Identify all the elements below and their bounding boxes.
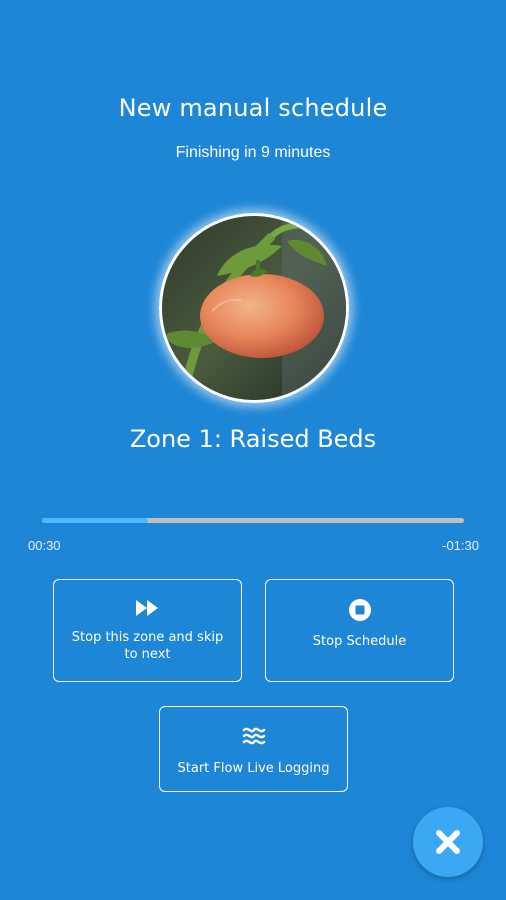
stop-schedule-button[interactable]: Stop Schedule bbox=[265, 579, 454, 682]
zone-name: Zone 1: Raised Beds bbox=[129, 425, 377, 453]
stop-schedule-label: Stop Schedule bbox=[312, 634, 407, 649]
schedule-title: New manual schedule bbox=[118, 94, 388, 122]
close-fab-button[interactable] bbox=[413, 807, 483, 877]
close-icon bbox=[436, 830, 460, 854]
waves-icon bbox=[242, 727, 265, 745]
flow-logging-label: Start Flow Live Logging bbox=[177, 761, 330, 776]
progress-bar[interactable] bbox=[42, 518, 464, 523]
flow-logging-button[interactable]: Start Flow Live Logging bbox=[159, 706, 348, 792]
progress-fill bbox=[42, 518, 148, 523]
skip-zone-button[interactable]: Stop this zone and skip to next bbox=[53, 579, 242, 682]
elapsed-time: 00:30 bbox=[28, 538, 61, 553]
skip-zone-label: Stop this zone and skip to next bbox=[71, 630, 224, 662]
schedule-subtitle: Finishing in 9 minutes bbox=[175, 144, 331, 161]
zone-photo bbox=[159, 213, 349, 403]
stop-circle-icon bbox=[348, 599, 371, 621]
fast-forward-icon bbox=[135, 600, 158, 616]
remaining-time: -01:30 bbox=[442, 538, 479, 553]
